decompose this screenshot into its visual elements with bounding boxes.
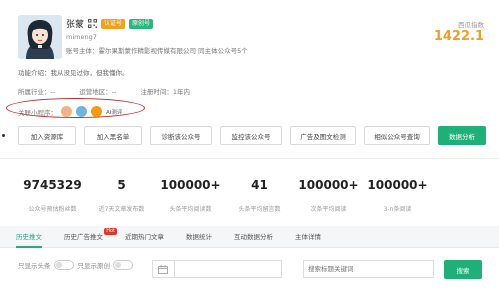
section-divider xyxy=(0,158,499,159)
meta-row: 所属行业：-- 运营地区：-- 注册时间：1年内 xyxy=(18,86,214,96)
stats-row: 9745329 公众号预估粉丝数 5 近7天文章发布数 100000+ 头条平均… xyxy=(18,178,496,213)
tab-history-posts[interactable]: 历史推文 xyxy=(16,226,42,248)
only-headline-toggle[interactable] xyxy=(53,260,74,270)
stat-value: 100000+ xyxy=(160,178,221,192)
stat-headline-comments: 41 头条平均留言数 xyxy=(225,178,294,213)
mini-app-icon-2[interactable] xyxy=(76,106,87,117)
mini-program-row: 关联小程序： AI测评 xyxy=(18,106,124,117)
action-button-row: 加入资源库 加入黑名单 诊断该公众号 监控该公众号 广告及图文检测 相似公众号查… xyxy=(18,126,486,145)
stat-fans: 9745329 公众号预估粉丝数 xyxy=(18,178,87,213)
calendar-icon xyxy=(158,264,168,274)
tab-label: 历史广告推文 xyxy=(64,232,103,241)
similar-accounts-button[interactable]: 相似公众号查询 xyxy=(364,126,430,145)
stat-label: 头条平均留言数 xyxy=(238,206,281,213)
stat-value: 100000+ xyxy=(367,178,428,192)
tab-interaction-analysis[interactable]: 互动数据分析 xyxy=(234,226,273,248)
account-subject: 账号主体：霍尔果斯蒙作精影视传媒有限公司 同主体公众号5个 xyxy=(66,45,248,55)
stat-headline-reads: 100000+ 头条平均阅读数 xyxy=(156,178,225,213)
subject-link[interactable]: 霍尔果斯蒙作精影视传媒有限公司 同主体公众号5个 xyxy=(99,47,248,55)
tab-history-ads[interactable]: 历史广告推文 Hot xyxy=(64,226,117,248)
diagnose-account-button[interactable]: 诊断该公众号 xyxy=(150,126,212,145)
add-to-blacklist-button[interactable]: 加入黑名单 xyxy=(84,126,142,145)
tab-bar: 历史推文 历史广告推文 Hot 近期热门文章 数据统计 互动数据分析 主体详情 xyxy=(0,226,499,248)
data-analysis-button[interactable]: 数据分析 xyxy=(438,126,486,145)
only-headline-label: 只显示头条 xyxy=(18,262,51,270)
stat-posts-7d: 5 近7天文章发布数 xyxy=(87,178,156,213)
industry: 所属行业：-- xyxy=(18,88,56,96)
tab-statistics[interactable]: 数据统计 xyxy=(186,226,212,248)
profile-name-row: 张蒙 认证号 原创号 xyxy=(66,17,154,30)
tab-hot-articles[interactable]: 近期热门文章 xyxy=(125,226,164,248)
verified-badge: 认证号 xyxy=(101,18,126,29)
stat-label: 公众号预估粉丝数 xyxy=(28,206,77,213)
only-original-label: 只显示原创 xyxy=(77,262,111,270)
tab-subject-details[interactable]: 主体详情 xyxy=(295,226,321,248)
account-name: 张蒙 xyxy=(66,20,85,30)
mini-app-icon-1[interactable] xyxy=(61,106,72,117)
stat-label: 3-n条阅读 xyxy=(383,206,412,213)
stat-3n-reads: 100000+ 3-n条阅读 xyxy=(363,178,432,213)
date-divider xyxy=(174,261,175,277)
add-to-library-button[interactable]: 加入资源库 xyxy=(18,126,76,145)
subject-label: 账号主体： xyxy=(66,47,99,55)
search-button[interactable]: 搜索 xyxy=(444,260,482,279)
account-id: mimeng7 xyxy=(66,33,97,41)
mini-app-label-3: AI测评 xyxy=(106,109,123,116)
bullet-dot xyxy=(2,134,5,137)
only-original-toggle[interactable] xyxy=(113,260,133,270)
search-input[interactable] xyxy=(303,260,434,278)
stat-second-reads: 100000+ 次条平均阅读 xyxy=(294,178,363,213)
qr-code-icon[interactable] xyxy=(88,19,98,28)
stat-value: 100000+ xyxy=(298,178,359,192)
monitor-account-button[interactable]: 监控该公众号 xyxy=(220,126,282,145)
registered-time: 注册时间：1年内 xyxy=(140,88,191,96)
stat-label: 头条平均阅读数 xyxy=(169,206,212,213)
hot-badge: Hot xyxy=(104,227,117,235)
stat-label: 近7天文章发布数 xyxy=(98,206,145,213)
function-intro: 功能介绍：我从没见过你，但我懂你。 xyxy=(18,69,129,77)
stat-value: 5 xyxy=(117,178,126,192)
date-range-picker[interactable] xyxy=(152,260,282,278)
score-label: 西瓜指数 xyxy=(458,21,484,29)
score-value: 1422.1 xyxy=(433,29,484,44)
region: 运营地区：-- xyxy=(79,88,117,96)
original-badge: 原创号 xyxy=(129,18,154,29)
ad-detection-button[interactable]: 广告及图文检测 xyxy=(290,126,356,145)
stat-value: 9745329 xyxy=(23,178,82,192)
stat-label: 次条平均阅读 xyxy=(310,206,347,213)
mini-app-icon-3[interactable] xyxy=(91,106,102,117)
stat-value: 41 xyxy=(251,178,268,192)
mini-program-label: 关联小程序： xyxy=(18,108,57,117)
avatar xyxy=(18,15,62,59)
filter-row: 只显示头条 只显示原创 xyxy=(18,260,137,270)
